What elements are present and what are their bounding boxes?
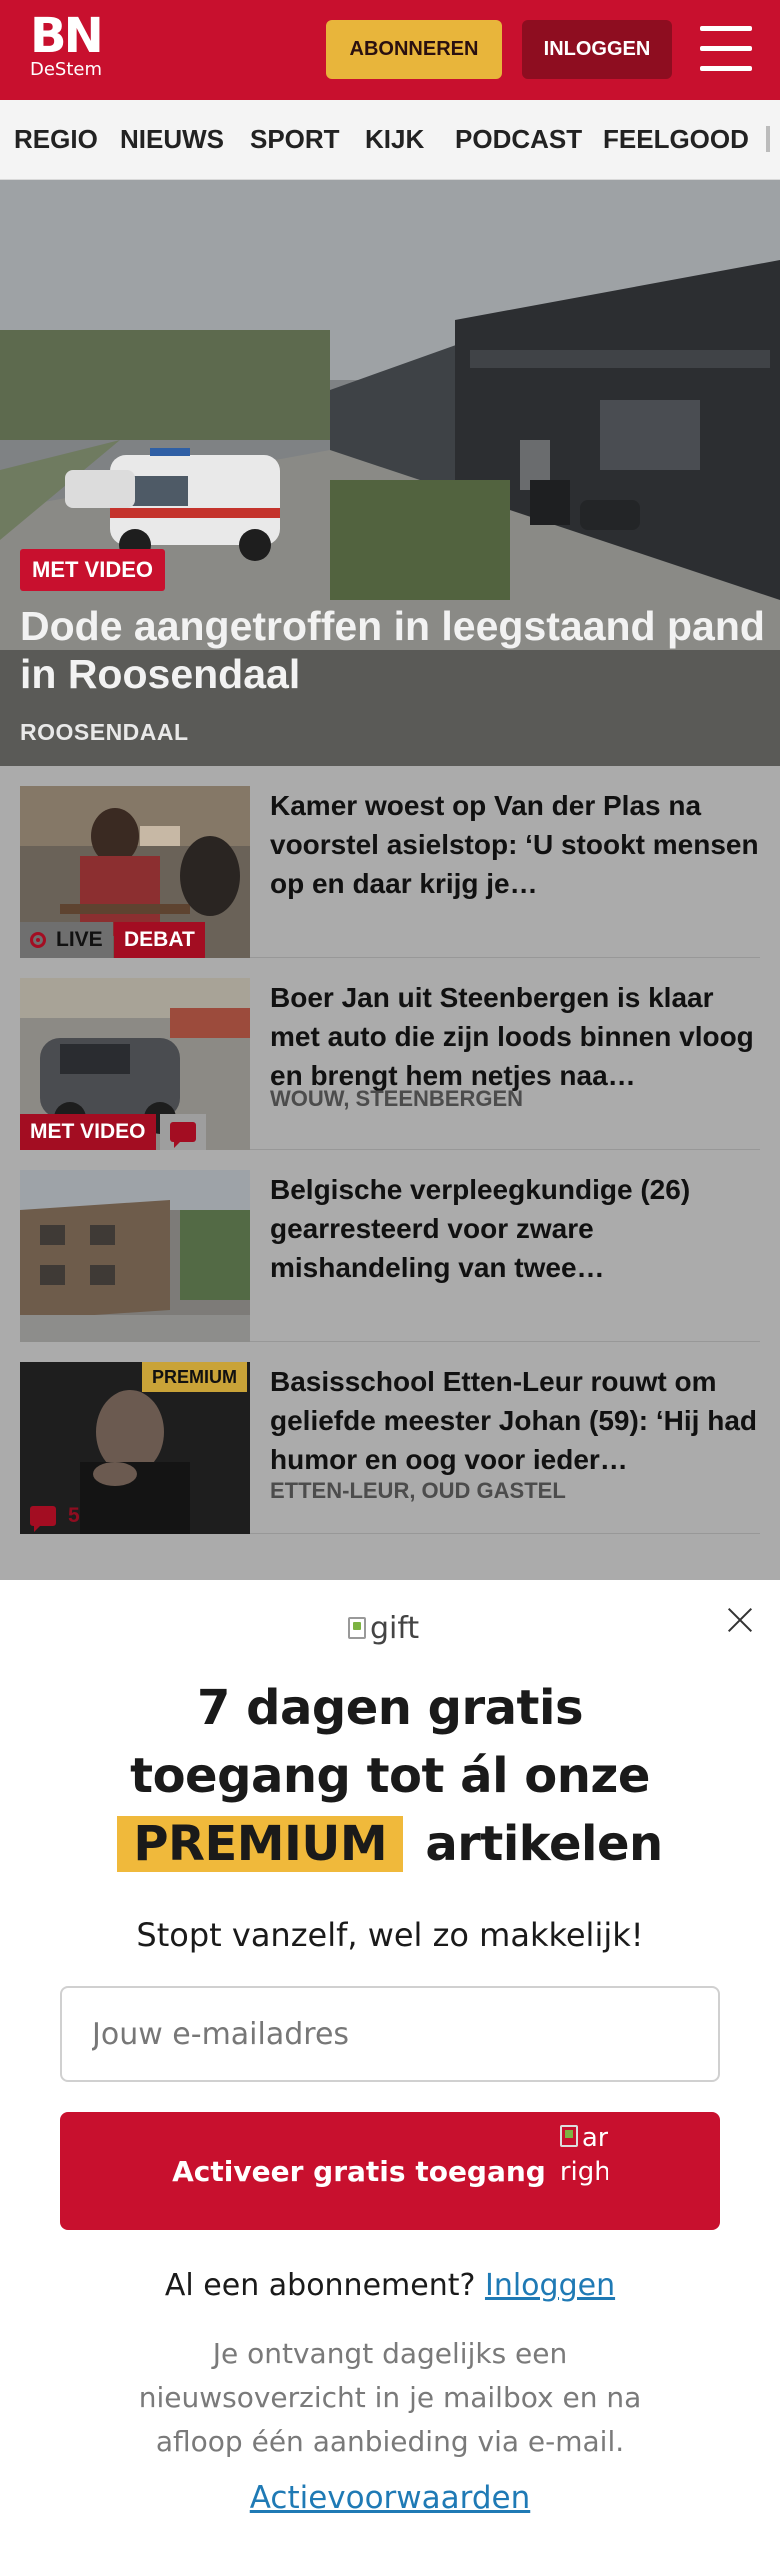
arrow-right-icon: arrow right [559,2119,608,2223]
comment-icon [170,1122,196,1148]
list-item[interactable]: MET VIDEO Boer Jan uit Steenbergen is kl… [20,958,760,1150]
article-thumbnail: LIVE DEBAT [20,786,250,958]
article-title[interactable]: Belgische verpleegkundige (26) gearreste… [270,1170,760,1287]
site-logo[interactable]: BN DeStem [30,8,120,80]
nav-item-regio[interactable]: REGIO [14,124,98,155]
nav-item-nieuws[interactable]: NIEUWS [120,124,224,155]
logo-bn: BN [30,8,104,64]
video-badge: MET VIDEO [20,1114,156,1150]
hero-title[interactable]: Dode aangetroffen in leegstaand pand in … [20,602,770,698]
premium-trial-popup: gift 7 dagen gratis toegang tot ál onze … [0,1580,780,2560]
live-label: LIVE [56,928,103,951]
login-link[interactable]: Inloggen [485,2268,615,2303]
login-button[interactable]: INLOGGEN [522,20,672,79]
have-subscription-text: Al een abonnement? [164,2268,476,2303]
logo-subtitle: DeStem [30,59,103,80]
article-location: WOUW, STEENBERGEN [270,1086,524,1111]
popup-title-rest: artikelen [425,1816,663,1872]
broken-image-icon [348,1617,366,1639]
gift-icon: gift [348,1610,419,1646]
hero-article[interactable]: MET VIDEO Dode aangetroffen in leegstaan… [0,180,780,766]
terms-link[interactable]: Actievoorwaarden [0,2480,780,2516]
menu-icon[interactable] [700,26,752,72]
premium-badge: PREMIUM [142,1362,247,1392]
activate-trial-label: Activeer gratis toegang [172,2154,546,2188]
nav-item-kijk[interactable]: KIJK [365,124,424,155]
article-location: ETTEN-LEUR, OUD GASTEL [270,1478,566,1503]
popup-title-line-3: PREMIUM artikelen [0,1810,780,1878]
subscribe-button[interactable]: ABONNEREN [326,20,502,79]
hero-location: ROOSENDAAL [20,719,189,745]
comments-count: 5 [20,1498,90,1534]
site-header: BN DeStem ABONNEREN INLOGGEN [0,0,780,100]
article-thumbnail: PREMIUM 5 [20,1362,250,1534]
video-badge: MET VIDEO [20,549,166,591]
email-field[interactable] [60,1986,720,2082]
nav-item-feelgood[interactable]: FEELGOOD [603,124,749,155]
list-item[interactable]: Belgische verpleegkundige (26) gearreste… [20,1150,760,1342]
list-item[interactable]: PREMIUM 5 Basisschool Etten-Leur rouwt o… [20,1342,760,1534]
arrow-alt-text: arrow right [559,2123,608,2187]
category-tag: DEBAT [114,922,205,958]
nav-item-podcast[interactable]: PODCAST [455,124,582,155]
popup-title-line-2: toegang tot ál onze [130,1748,650,1804]
close-icon[interactable] [722,1602,758,1638]
article-title[interactable]: Basisschool Etten-Leur rouwt om geliefde… [270,1362,760,1479]
article-title[interactable]: Boer Jan uit Steenbergen is klaar met au… [270,978,760,1095]
nav-item-sport[interactable]: SPORT [250,124,340,155]
popup-subtitle: Stopt vanzelf, wel zo makkelijk! [136,1916,644,1954]
comment-count-label: 5 [68,1504,80,1527]
info-text: Je ontvangt dagelijks een nieuwsoverzich… [138,2337,642,2458]
section-nav: REGIO NIEUWS SPORT KIJK PODCAST FEELGOOD [0,100,780,180]
nav-overflow-indicator [766,126,770,152]
article-title[interactable]: Kamer woest op Van der Plas na voorstel … [270,786,760,903]
have-subscription-line: Al een abonnement? Inloggen [0,2268,780,2303]
comment-icon [30,1506,56,1532]
popup-title-line-1: 7 dagen gratis [196,1680,584,1736]
gift-alt-text: gift [370,1610,420,1646]
premium-highlight: PREMIUM [117,1816,404,1872]
live-icon [30,932,46,948]
live-tag: LIVE [20,922,113,958]
activate-trial-button[interactable]: Activeer gratis toegang arrow right [60,2112,720,2230]
article-thumbnail: MET VIDEO [20,978,250,1150]
article-list: LIVE DEBAT Kamer woest op Van der Plas n… [0,766,780,2346]
comments-tag [160,1114,206,1150]
article-thumbnail [20,1170,250,1342]
list-item[interactable]: LIVE DEBAT Kamer woest op Van der Plas n… [20,766,760,958]
